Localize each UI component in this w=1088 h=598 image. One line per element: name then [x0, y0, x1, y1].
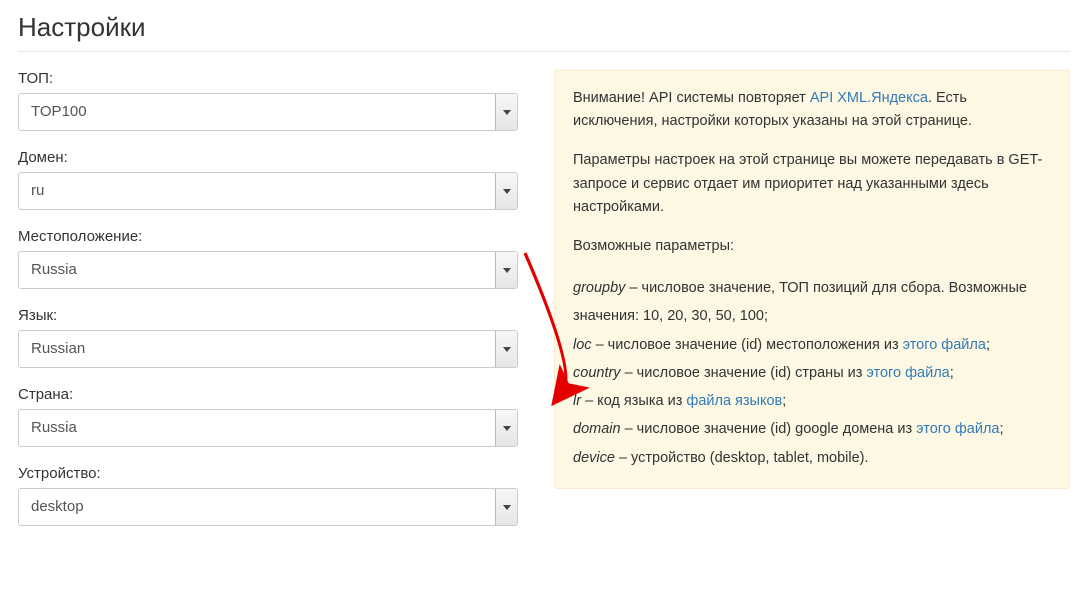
field-location: Местоположение: Russia: [18, 228, 518, 289]
chevron-down-icon[interactable]: [495, 252, 517, 288]
info-panel: Внимание! API системы повторяет API XML.…: [554, 70, 1070, 489]
location-select-value: Russia: [18, 251, 518, 289]
param-name: loc: [573, 337, 592, 353]
param-desc: ;: [999, 421, 1003, 437]
param-desc: ;: [782, 393, 786, 409]
chevron-down-icon[interactable]: [495, 410, 517, 446]
field-language: Язык: Russian: [18, 307, 518, 368]
info-paragraph-1: Внимание! API системы повторяет API XML.…: [573, 87, 1051, 133]
domain-select-value: ru: [18, 172, 518, 210]
page-title: Настройки: [18, 12, 1070, 52]
chevron-down-icon[interactable]: [495, 331, 517, 367]
chevron-down-icon[interactable]: [495, 173, 517, 209]
domain-label: Домен:: [18, 149, 518, 166]
param-desc: – числовое значение (id) google домена и…: [621, 421, 917, 437]
top-label: ТОП:: [18, 70, 518, 87]
param-device: device – устройство (desktop, tablet, mo…: [573, 444, 1051, 472]
param-name: country: [573, 365, 621, 381]
device-select-value: desktop: [18, 488, 518, 526]
top-select-value: TOP100: [18, 93, 518, 131]
lr-file-link[interactable]: файла языков: [686, 393, 782, 409]
loc-file-link[interactable]: этого файла: [903, 337, 986, 353]
param-desc: ;: [950, 365, 954, 381]
param-name: lr: [573, 393, 581, 409]
param-name: domain: [573, 421, 621, 437]
device-select[interactable]: desktop: [18, 488, 518, 526]
api-xml-link[interactable]: API XML.Яндекса: [810, 90, 928, 106]
settings-form: ТОП: TOP100 Домен: ru Местоположение: Ru…: [18, 70, 518, 544]
country-select[interactable]: Russia: [18, 409, 518, 447]
country-label: Страна:: [18, 386, 518, 403]
info-text: Внимание! API системы повторяет: [573, 90, 810, 106]
field-device: Устройство: desktop: [18, 465, 518, 526]
field-top: ТОП: TOP100: [18, 70, 518, 131]
param-name: groupby: [573, 280, 625, 296]
param-lr: lr – код языка из файла языков;: [573, 387, 1051, 415]
top-select[interactable]: TOP100: [18, 93, 518, 131]
param-name: device: [573, 450, 615, 466]
parameters-list: groupby – числовое значение, ТОП позиций…: [573, 274, 1051, 472]
language-select-value: Russian: [18, 330, 518, 368]
field-domain: Домен: ru: [18, 149, 518, 210]
field-country: Страна: Russia: [18, 386, 518, 447]
param-desc: – код языка из: [581, 393, 686, 409]
param-loc: loc – числовое значение (id) местоположе…: [573, 331, 1051, 359]
param-desc: – устройство (desktop, tablet, mobile).: [615, 450, 869, 466]
country-file-link[interactable]: этого файла: [866, 365, 949, 381]
chevron-down-icon[interactable]: [495, 489, 517, 525]
chevron-down-icon[interactable]: [495, 94, 517, 130]
param-desc: ;: [986, 337, 990, 353]
location-select[interactable]: Russia: [18, 251, 518, 289]
domain-select[interactable]: ru: [18, 172, 518, 210]
param-desc: – числовое значение (id) местоположения …: [592, 337, 903, 353]
param-groupby: groupby – числовое значение, ТОП позиций…: [573, 274, 1051, 331]
country-select-value: Russia: [18, 409, 518, 447]
language-label: Язык:: [18, 307, 518, 324]
param-desc: – числовое значение, ТОП позиций для сбо…: [573, 280, 1027, 324]
info-paragraph-3: Возможные параметры:: [573, 235, 1051, 258]
language-select[interactable]: Russian: [18, 330, 518, 368]
param-country: country – числовое значение (id) страны …: [573, 359, 1051, 387]
domain-file-link[interactable]: этого файла: [916, 421, 999, 437]
device-label: Устройство:: [18, 465, 518, 482]
info-paragraph-2: Параметры настроек на этой странице вы м…: [573, 149, 1051, 219]
param-domain: domain – числовое значение (id) google д…: [573, 415, 1051, 443]
location-label: Местоположение:: [18, 228, 518, 245]
param-desc: – числовое значение (id) страны из: [621, 365, 867, 381]
